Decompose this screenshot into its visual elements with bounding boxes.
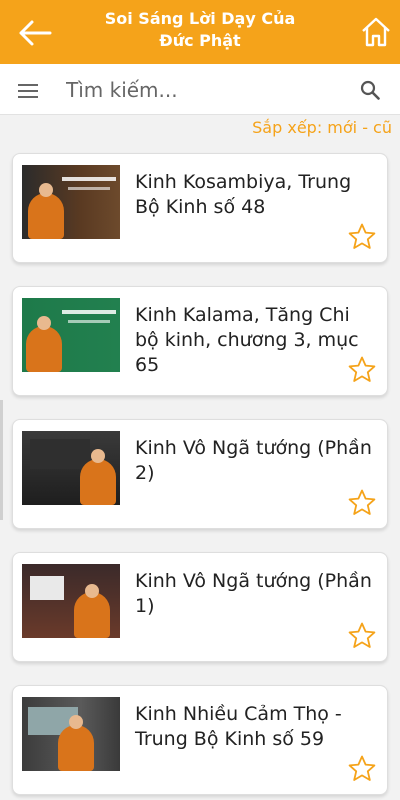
arrow-left-icon[interactable] [18,18,52,48]
side-scroll-edge [0,400,3,520]
app-bar: Soi Sáng Lời Dạy Của Đức Phật [0,0,400,64]
sort-order-toggle[interactable]: Sắp xếp: mới - cũ [252,118,392,137]
video-thumbnail [22,697,120,771]
star-outline-icon[interactable] [347,488,377,518]
search-icon[interactable] [360,80,380,100]
video-thumbnail [22,431,120,505]
star-outline-icon[interactable] [347,355,377,385]
app-title: Soi Sáng Lời Dạy Của Đức Phật [70,8,330,52]
item-title: Kinh Vô Ngã tướng (Phần 1) [135,570,372,617]
item-title: Kinh Kosambiya, Trung Bộ Kinh số 48 [135,171,352,218]
list-item[interactable]: Kinh Vô Ngã tướng (Phần 2) [12,419,388,529]
search-bar [0,64,400,115]
video-thumbnail [22,564,120,638]
list-item[interactable]: Kinh Vô Ngã tướng (Phần 1) [12,552,388,662]
search-input[interactable] [64,74,348,106]
hamburger-menu-icon[interactable] [18,84,38,98]
home-icon[interactable] [360,16,392,48]
list-item[interactable]: Kinh Kosambiya, Trung Bộ Kinh số 48 [12,153,388,263]
app-title-line-1: Soi Sáng Lời Dạy Của [104,9,296,28]
star-outline-icon[interactable] [347,621,377,651]
star-outline-icon[interactable] [347,222,377,252]
app-title-line-2: Đức Phật [159,31,241,50]
item-title: Kinh Vô Ngã tướng (Phần 2) [135,437,372,484]
star-outline-icon[interactable] [347,754,377,784]
video-thumbnail [22,165,120,239]
video-thumbnail [22,298,120,372]
list-item[interactable]: Kinh Nhiều Cảm Thọ - Trung Bộ Kinh số 59 [12,685,388,795]
list-item[interactable]: Kinh Kalama, Tăng Chi bộ kinh, chương 3,… [12,286,388,396]
item-title: Kinh Nhiều Cảm Thọ - Trung Bộ Kinh số 59 [135,703,342,750]
item-title: Kinh Kalama, Tăng Chi bộ kinh, chương 3,… [135,304,359,376]
